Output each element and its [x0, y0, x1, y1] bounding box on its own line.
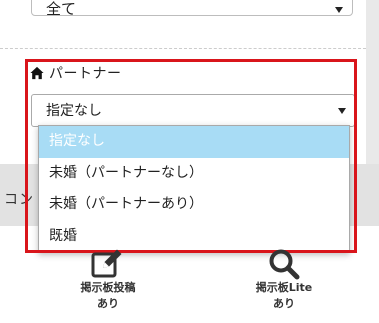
dropdown-option-none-specified[interactable]: 指定なし — [39, 126, 349, 158]
scroll-strip — [366, 0, 379, 164]
partner-select-value: 指定なし — [46, 103, 102, 119]
board-post-label: 掲示板投稿 — [80, 281, 136, 294]
board-lite-button[interactable]: 掲示板Lite あり — [224, 244, 344, 312]
edit-icon — [91, 249, 122, 278]
partner-heading: パートナー — [30, 63, 122, 83]
search-icon — [269, 249, 300, 280]
partner-dropdown-list: 指定なし 未婚（パートナーなし） 未婚（パートナーあり） 既婚 — [38, 125, 350, 253]
partner-select[interactable]: 指定なし — [31, 94, 355, 127]
chevron-down-icon — [335, 7, 343, 13]
dropdown-option-unmarried-with-partner[interactable]: 未婚（パートナーあり） — [39, 189, 349, 221]
home-icon — [30, 66, 44, 80]
dropdown-option-unmarried-no-partner[interactable]: 未婚（パートナーなし） — [39, 158, 349, 190]
top-filter-value: 全て — [46, 0, 77, 18]
section-band-title: コン — [4, 192, 34, 208]
chevron-down-icon — [338, 108, 346, 114]
board-post-sublabel: あり — [97, 297, 119, 310]
partner-heading-label: パートナー — [49, 66, 122, 82]
board-post-button[interactable]: 掲示板投稿 あり — [48, 244, 168, 312]
section-divider — [0, 48, 366, 49]
top-filter-select[interactable]: 全て — [31, 0, 353, 18]
board-lite-sublabel: あり — [273, 297, 295, 310]
board-lite-label: 掲示板Lite — [255, 281, 313, 294]
